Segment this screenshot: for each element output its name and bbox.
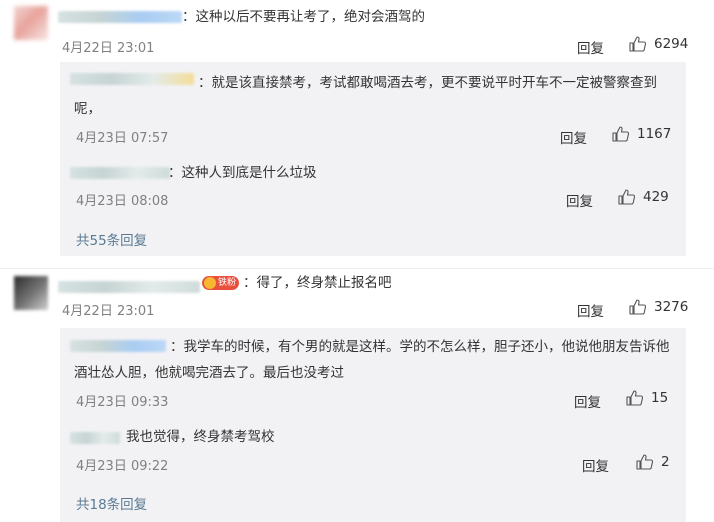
like-button[interactable]: 1167 xyxy=(612,126,671,142)
thumbs-up-icon xyxy=(612,126,629,142)
more-replies-link[interactable]: 共18条回复 xyxy=(76,493,147,513)
subreply-box: ：我学车的时候，有个男的就是这样。学的不怎么样，胆子还小，他说他朋友告诉他酒壮怂… xyxy=(60,328,686,522)
comment-time: 4月22日 23:01 xyxy=(62,41,155,56)
thumbs-up-icon xyxy=(636,454,653,470)
thumbs-up-icon xyxy=(629,36,646,52)
fan-badge-label: 铁粉 xyxy=(218,278,237,288)
like-count: 1167 xyxy=(637,126,672,142)
subreply-time: 4月23日 07:57 xyxy=(76,131,169,146)
thumbs-up-icon xyxy=(626,390,643,406)
like-count: 2 xyxy=(661,454,670,470)
subreply-text: ：就是该直接禁考，考试都敢喝酒去考，更不要说平时开车不一定被警察查到呢， xyxy=(74,75,657,117)
comment-time: 4月22日 23:01 xyxy=(62,304,155,319)
fan-badge: 铁粉 xyxy=(202,276,240,290)
divider xyxy=(0,268,714,269)
reply-button[interactable]: 回复 xyxy=(577,300,604,320)
like-count: 6294 xyxy=(654,36,689,52)
username-blurred[interactable] xyxy=(70,432,120,444)
like-button[interactable]: 15 xyxy=(626,390,668,406)
avatar[interactable] xyxy=(14,276,48,310)
comment-text: ：这种以后不要再让考了，绝对会酒驾的 xyxy=(182,9,425,25)
thumbs-up-icon xyxy=(629,299,646,315)
avatar[interactable] xyxy=(14,6,48,40)
subreply-time: 4月23日 09:33 xyxy=(76,395,169,410)
more-replies-link[interactable]: 共55条回复 xyxy=(76,229,147,249)
thumbs-up-icon xyxy=(618,189,635,205)
like-button[interactable]: 429 xyxy=(618,189,669,205)
reply-button[interactable]: 回复 xyxy=(560,127,587,147)
comment-text: ：得了，终身禁止报名吧 xyxy=(243,275,392,291)
subreply-text: ：这种人到底是什么垃圾 xyxy=(168,165,317,181)
reply-button[interactable]: 回复 xyxy=(577,37,604,57)
like-button[interactable]: 3276 xyxy=(629,299,688,315)
subreply-time: 4月23日 08:08 xyxy=(76,194,169,209)
like-count: 15 xyxy=(651,390,669,406)
comment: ：这种以后不要再让考了，绝对会酒驾的 4月22日 23:01 回复 6294 ：… xyxy=(0,0,714,262)
subreply-text: 我也觉得，终身禁考驾校 xyxy=(126,429,275,445)
reply-button[interactable]: 回复 xyxy=(582,455,609,475)
like-button[interactable]: 6294 xyxy=(629,36,688,52)
subreply-text: ：我学车的时候，有个男的就是这样。学的不怎么样，胆子还小，他说他朋友告诉他酒壮怂… xyxy=(74,339,670,381)
comment: 铁粉 ：得了，终身禁止报名吧 4月22日 23:01 回复 3276 ：我学车的… xyxy=(0,270,714,522)
crown-icon xyxy=(204,277,216,289)
reply-button[interactable]: 回复 xyxy=(566,190,593,210)
like-count: 3276 xyxy=(654,299,689,315)
like-button[interactable]: 2 xyxy=(636,454,670,470)
username-blurred[interactable] xyxy=(58,11,182,23)
username-blurred[interactable] xyxy=(70,167,170,179)
like-count: 429 xyxy=(643,189,669,205)
reply-button[interactable]: 回复 xyxy=(574,391,601,411)
subreply-time: 4月23日 09:22 xyxy=(76,459,169,474)
subreply-box: ：就是该直接禁考，考试都敢喝酒去考，更不要说平时开车不一定被警察查到呢， 4月2… xyxy=(60,62,686,256)
username-blurred[interactable] xyxy=(58,281,200,293)
